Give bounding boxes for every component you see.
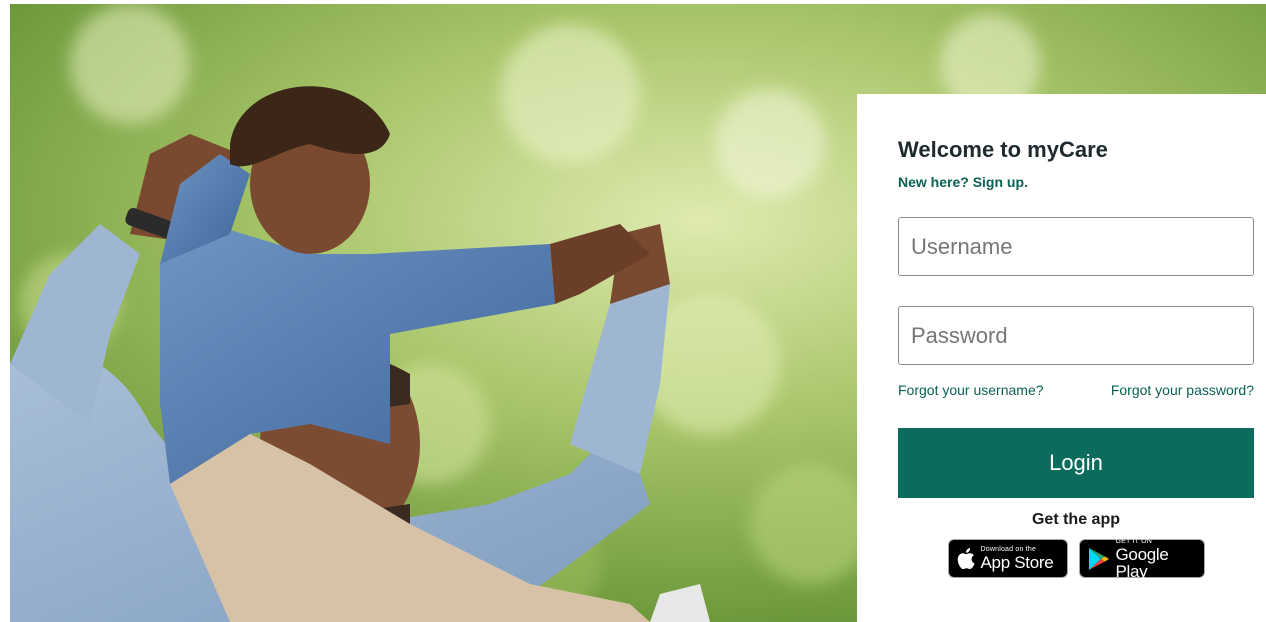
app-store-small-text: Download on the <box>980 546 1037 553</box>
google-play-small-text: GET IT ON <box>1115 537 1153 545</box>
welcome-title: Welcome to myCare <box>898 137 1108 162</box>
google-play-icon <box>1088 547 1110 571</box>
password-input[interactable] <box>898 306 1254 365</box>
login-card: Welcome to myCare New here? Sign up. For… <box>857 94 1266 622</box>
forgot-username-link[interactable]: Forgot your username? <box>898 381 1044 399</box>
username-input[interactable] <box>898 217 1254 276</box>
apple-icon <box>957 548 975 569</box>
google-play-big-text: Google Play <box>1115 544 1169 581</box>
google-play-badge[interactable]: GET IT ON Google Play <box>1078 537 1205 581</box>
get-app-heading: Get the app <box>1031 511 1120 528</box>
login-button[interactable]: Login <box>898 428 1254 498</box>
forgot-links: Forgot your username? Forgot your passwo… <box>898 381 1254 399</box>
app-store-badge[interactable]: Download on the App Store <box>947 539 1068 578</box>
app-badges: Download on the App Store GET IT ON Goog… <box>898 537 1254 581</box>
login-page: Welcome to myCare New here? Sign up. For… <box>0 0 1266 622</box>
signup-link[interactable]: New here? Sign up. <box>898 173 1028 191</box>
forgot-password-link[interactable]: Forgot your password? <box>1111 381 1254 399</box>
app-store-big-text: App Store <box>980 553 1054 572</box>
